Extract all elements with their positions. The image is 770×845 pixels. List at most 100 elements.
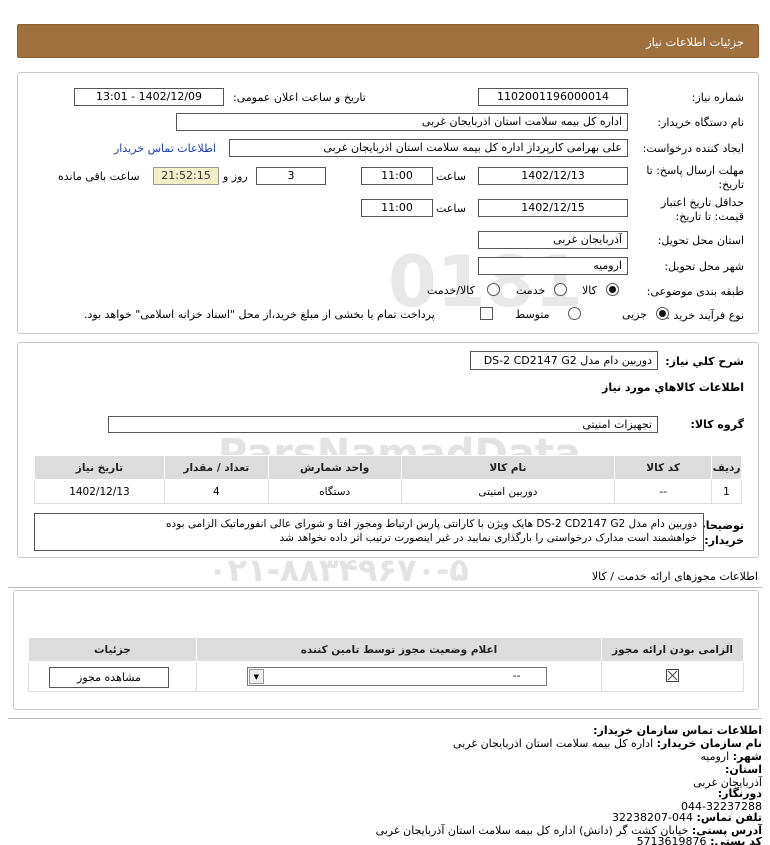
contact-city-label: شهر:: [732, 750, 762, 763]
validity-date-field: 1402/12/15: [478, 199, 628, 217]
contact-fax-label: دورنگار:: [717, 787, 762, 800]
required-checkbox-icon[interactable]: [666, 668, 680, 682]
deadline-time-field: 11:00: [361, 167, 433, 185]
days-field: 3: [256, 167, 326, 185]
table-row: 1 -- دوربین امنیتی دستگاه 4 1402/12/13: [34, 479, 742, 504]
cell-permit-status: -- ▼: [195, 661, 603, 692]
category-option-goods: کالا: [582, 284, 597, 297]
validity-label-line2: قیمت: تا تاریخ:: [675, 210, 744, 223]
buyer-org-field: اداره کل بیمه سلامت استان اذربایجان غربی: [176, 113, 628, 131]
cell-date: 1402/12/13: [34, 479, 165, 504]
cell-name: دوربین امنیتی: [400, 479, 616, 504]
permits-panel: الزامی بودن ارائه مجوز اعلام وضعیت مجوز …: [13, 590, 759, 710]
buyer-contact-link[interactable]: اطلاعات تماس خریدار: [114, 142, 216, 155]
contact-org-label: نام سازمان خریدار:: [656, 737, 762, 750]
validity-time-label: ساعت: [436, 202, 466, 215]
dropdown-arrow-icon: ▼: [248, 669, 264, 684]
details-panel: 0181 شماره نیاز: 1102001196000014 تاریخ …: [17, 72, 759, 334]
category-radio-goods[interactable]: [606, 283, 619, 296]
contact-org-line: نام سازمان خریدار: اداره کل بیمه سلامت ا…: [453, 737, 762, 750]
col-name: نام کالا: [400, 455, 616, 480]
province-label: استان محل تحویل:: [657, 234, 744, 247]
contact-fax-line: دورنگار: 044-32237288: [681, 787, 762, 813]
deadline-date-field: 1402/12/13: [478, 167, 628, 185]
col-permit-details: جزئیات: [28, 637, 197, 662]
buyer-notes-box: دوربین دام مدل DS-2 CD2147 G2 هایک ویژن …: [34, 513, 704, 551]
deadline-time-label: ساعت: [436, 170, 466, 183]
city-field: ارومیه: [478, 257, 628, 275]
contact-postal-line-value: 5713619876: [636, 835, 711, 845]
goods-group-label: گروه کالا:: [690, 418, 744, 431]
page-title: جزئیات اطلاعات نیاز: [646, 35, 744, 49]
cell-code: --: [614, 479, 713, 504]
col-permit-required: الزامی بودن ارائه مجوز: [601, 637, 744, 662]
category-radio-goods-service[interactable]: [487, 283, 500, 296]
permits-title-divider: [8, 587, 762, 588]
process-radio-minor[interactable]: [656, 307, 669, 320]
goods-panel: ParsNamadData ۰۲۱-۸۸۳۴۹۶۷۰-۵ شرح كلي نيا…: [17, 342, 759, 589]
permits-table-header: الزامی بودن ارائه مجوز اعلام وضعیت مجوز …: [28, 637, 744, 662]
announce-label: تاریخ و ساعت اعلان عمومی:: [233, 91, 366, 104]
validity-time-field: 11:00: [361, 199, 433, 217]
remaining-timer: 21:52:15: [153, 167, 219, 185]
deadline-label-line1: مهلت ارسال پاسخ: تا: [646, 164, 744, 177]
permit-status-select[interactable]: -- ▼: [246, 667, 547, 686]
contact-province-label: استان:: [725, 763, 762, 776]
deadline-label-line2: تاریخ:: [718, 178, 744, 191]
col-permit-status: اعلام وضعیت مجوز توسط تامین کننده: [195, 637, 603, 662]
goods-table-header: ردیف کد کالا نام کالا واحد شمارش تعداد /…: [34, 455, 742, 480]
process-label: نوع فرآیند خرید :: [666, 309, 744, 322]
contact-city-line: شهر: ارومیه: [700, 750, 762, 763]
payment-note: پرداخت تمام یا بخشی از مبلغ خرید،از محل …: [84, 308, 435, 321]
contact-phone-line: تلفن تماس: 044-32238207: [612, 811, 762, 824]
remaining-label: ساعت باقی مانده: [58, 170, 140, 183]
cell-unit: دستگاه: [267, 479, 402, 504]
buyer-notes-line2: خواهشمند است مدارک درخواستی را بارگذاری …: [279, 532, 697, 544]
category-radio-service[interactable]: [554, 283, 567, 296]
validity-label-line1: حداقل تاریخ اعتبار: [660, 196, 744, 209]
summary-field: دوربین دام مدل DS-2 CD2147 G2: [470, 351, 658, 370]
watermark-phone: ۰۲۱-۸۸۳۴۹۶۷۰-۵: [208, 551, 469, 589]
contact-section: اطلاعات تماس سازمان خریدار: نام سازمان خ…: [0, 720, 770, 845]
contact-divider: [8, 718, 762, 719]
contact-postal-line: کد پستی: 5713619876: [637, 835, 762, 845]
contact-org: اداره کل بیمه سلامت استان اذربایجان غربی: [453, 737, 654, 750]
col-code: کد کالا: [614, 455, 713, 480]
goods-group-field: تجهیزات امنیتی: [108, 416, 658, 433]
goods-section-title: اطلاعات كالاهاي مورد نياز: [602, 381, 744, 394]
view-permit-button[interactable]: مشاهده مجوز: [49, 667, 169, 688]
treasury-checkbox[interactable]: [480, 307, 493, 320]
buyer-org-label: نام دستگاه خریدار:: [657, 116, 744, 129]
creator-field: علی بهرامی کارپرداز اداره کل بیمه سلامت …: [229, 139, 628, 157]
contact-phone: 044-32238207: [612, 811, 694, 824]
permit-status-value: --: [512, 670, 521, 682]
contact-province-line: استان: آذربایجان غربی: [693, 763, 762, 789]
process-radio-medium[interactable]: [568, 307, 581, 320]
need-number-field: 1102001196000014: [478, 88, 628, 106]
permits-table: الزامی بودن ارائه مجوز اعلام وضعیت مجوز …: [28, 637, 744, 692]
permits-title: اطلاعات مجوزهای ارائه خدمت / کالا: [591, 570, 758, 583]
page-header: جزئیات اطلاعات نیاز: [17, 24, 759, 58]
col-qty: تعداد / مقدار: [163, 455, 269, 480]
category-label: طبقه بندی موضوعی:: [646, 285, 744, 298]
need-number-label: شماره نیاز:: [691, 91, 744, 104]
contact-city: ارومیه: [700, 750, 730, 763]
cell-permit-required: [601, 661, 744, 692]
process-option-medium: متوسط: [515, 308, 550, 321]
cell-qty: 4: [163, 479, 269, 504]
city-label: شهر محل تحویل:: [664, 260, 744, 273]
buyer-notes-line1: دوربین دام مدل DS-2 CD2147 G2 هایک ویژن …: [166, 518, 697, 530]
col-row: ردیف: [711, 455, 742, 480]
goods-table: ردیف کد کالا نام کالا واحد شمارش تعداد /…: [34, 455, 742, 504]
category-option-service: خدمت: [516, 284, 546, 297]
process-option-minor: جزیی: [622, 308, 648, 321]
contact-postal-line-label: کد پستی:: [710, 835, 762, 845]
category-option-goods-service: کالا/خدمت: [427, 284, 475, 297]
contact-title: اطلاعات تماس سازمان خریدار:: [593, 724, 762, 737]
cell-permit-details: مشاهده مجوز: [28, 661, 197, 692]
col-date: تاریخ نیاز: [34, 455, 165, 480]
creator-label: ایجاد کننده درخواست:: [642, 142, 744, 155]
days-label: روز و: [223, 170, 248, 183]
cell-row: 1: [711, 479, 742, 504]
province-field: آذربایجان غربی: [478, 231, 628, 249]
